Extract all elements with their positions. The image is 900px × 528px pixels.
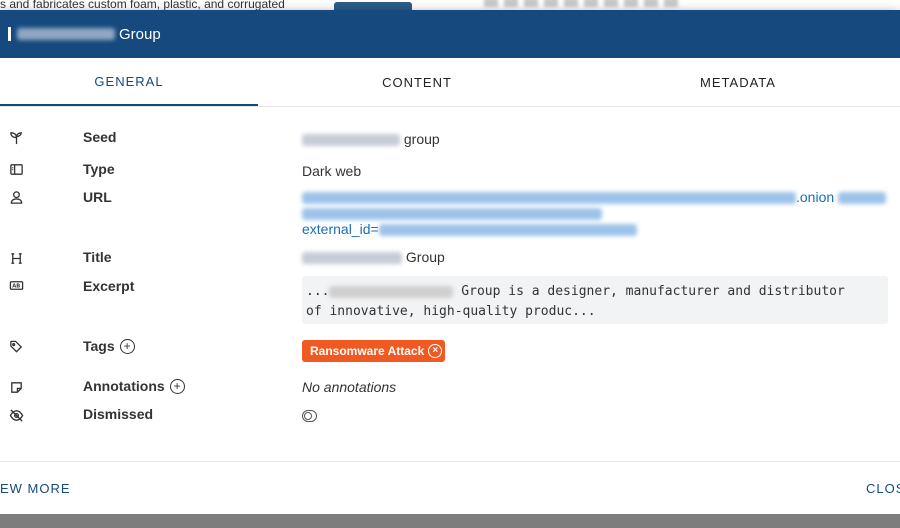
url-onion-text: .onion [796,189,835,205]
close-button[interactable]: CLOS [866,481,900,496]
excerpt-line-1-text: Group is a designer, manufacturer and di… [453,284,845,299]
modal-header: Group [0,10,900,58]
sticky-note-icon [8,379,24,395]
tag-chip-label: Ransomware Attack [310,344,425,358]
url-line-3: external_id= [302,221,892,237]
modal-footer: EW MORE CLOS [0,461,900,515]
add-tag-button[interactable]: + [119,338,135,354]
redacted-excerpt-text [329,285,454,298]
title-value-suffix: Group [405,249,445,265]
header-mark [8,27,11,41]
url-line-2 [302,205,892,221]
dismissed-toggle[interactable] [302,410,317,422]
excerpt-box: ... Group is a designer, manufacturer an… [302,276,888,324]
heading-icon [8,250,24,266]
background-bottom-bar [0,514,900,528]
view-more-button[interactable]: EW MORE [0,481,71,496]
tags-label: Tags + [83,338,135,354]
tab-content[interactable]: CONTENT [258,58,576,106]
title-label: Title [83,249,112,265]
title-value: Group [302,249,445,265]
user-icon [8,189,24,205]
add-annotation-button[interactable]: + [169,378,185,394]
redacted-url-part-3 [302,208,602,221]
excerpt-label: Excerpt [83,278,135,294]
tab-metadata[interactable]: METADATA [576,58,900,106]
annotations-value: No annotations [302,379,397,395]
redacted-title-value [302,252,402,265]
dismissed-label: Dismissed [83,406,154,422]
seed-label: Seed [83,129,117,145]
seed-value-suffix: group [403,131,440,147]
redacted-url-part-2 [838,192,887,205]
excerpt-line-1: ... Group is a designer, manufacturer an… [306,282,880,302]
url-label: URL [83,189,112,205]
annotations-label-text: Annotations [83,378,165,394]
url-external-id-text: external_id= [302,221,379,237]
sprout-icon [8,129,24,145]
url-line-1: .onion [302,189,892,205]
type-label: Type [83,161,115,177]
details-modal: Group GENERAL CONTENT METADATA Seed grou… [0,10,900,514]
tag-chip[interactable]: Ransomware Attack × [302,340,446,362]
tab-general[interactable]: GENERAL [0,58,258,106]
redacted-url-part-4 [378,224,637,237]
annotations-label: Annotations + [83,378,185,394]
modal-title: Group [119,25,161,43]
tags-label-text: Tags [83,338,115,354]
redacted-seed-text [302,134,400,147]
type-value: Dark web [302,163,362,179]
background-redacted-text [484,0,684,7]
sidebar-panel-icon [8,161,24,177]
excerpt-prefix: ... [306,284,330,299]
url-value[interactable]: .onion external_id= [302,189,892,237]
redacted-url-part-1 [302,192,796,205]
tags-icon [8,338,24,354]
redacted-title-text [17,28,115,40]
tab-bar: GENERAL CONTENT METADATA [0,58,900,107]
ab-box-icon: AB [8,277,24,293]
remove-tag-icon[interactable]: × [428,344,443,358]
excerpt-line-2: of innovative, high-quality produc... [306,304,596,319]
seed-value: group [302,131,440,147]
svg-text:AB: AB [12,283,20,289]
eye-off-icon [8,407,24,423]
